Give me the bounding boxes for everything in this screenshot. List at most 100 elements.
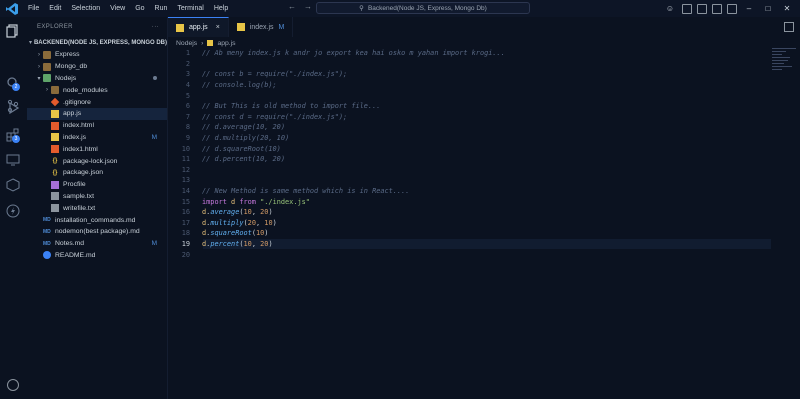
breadcrumb-file[interactable]: app.js [217, 40, 235, 47]
code-token: d [226, 197, 240, 206]
command-center[interactable]: ⚲ Backened(Node JS, Express, Mongo Db) [316, 2, 530, 14]
explorer-item[interactable]: ▾ Nodejs [27, 73, 167, 85]
menu-edit[interactable]: Edit [44, 5, 66, 12]
code-text: // d.average(10, 20) [202, 123, 285, 131]
code-line[interactable]: 20 [168, 249, 772, 260]
minimize-icon[interactable]: – [742, 4, 756, 13]
js-file-icon [51, 109, 59, 118]
vscode-logo-icon [6, 2, 18, 15]
modified-indicator: M [151, 133, 157, 141]
code-token: percent [210, 240, 240, 249]
explorer-item[interactable]: › Express [27, 49, 167, 61]
customize-layout-icon[interactable] [727, 3, 737, 14]
explorer-item[interactable]: › node_modules [27, 84, 167, 96]
text-file-icon [51, 204, 59, 213]
forward-arrow-icon[interactable]: → [304, 2, 312, 11]
run-debug-icon[interactable] [6, 101, 20, 115]
toggle-secondary-sidebar-icon[interactable] [712, 3, 722, 14]
code-token: ) [268, 208, 273, 217]
explorer-item[interactable]: {} package.json [27, 167, 167, 179]
thunder-client-icon[interactable] [6, 204, 20, 218]
explorer-item[interactable]: {} package-lock.json [27, 155, 167, 167]
chevron-right-icon: › [38, 51, 40, 58]
copilot-icon[interactable]: ☺ [663, 4, 677, 13]
menu-file[interactable]: File [23, 5, 44, 12]
code-token: ) [264, 229, 269, 238]
code-line[interactable]: 5 [168, 90, 772, 101]
menu-terminal[interactable]: Terminal [172, 5, 208, 12]
code-token: // But This is old method to import file… [202, 102, 381, 111]
explorer-item[interactable]: sample.txt [27, 191, 167, 203]
folder-icon [43, 50, 51, 59]
code-token: "./index.js" [260, 197, 310, 206]
menu-go[interactable]: Go [130, 5, 149, 12]
markdown-file-icon: MD [43, 240, 51, 247]
code-line[interactable]: 1 // Ab meny index.js k andr jo export ke… [168, 48, 772, 59]
split-editor-icon[interactable] [784, 22, 794, 32]
menu-help[interactable]: Help [209, 5, 233, 12]
tab-index-js[interactable]: index.js M [229, 17, 294, 37]
back-arrow-icon[interactable]: ← [288, 2, 296, 11]
close-window-icon[interactable]: ✕ [780, 4, 794, 13]
explorer-item[interactable]: README.md [27, 250, 167, 262]
explorer-item-label: Mongo_db [55, 63, 88, 71]
more-actions-icon[interactable]: ··· [152, 24, 159, 30]
explorer-item[interactable]: index.js M [27, 132, 167, 144]
code-line[interactable]: 14 // New Method is same method which is … [168, 186, 772, 197]
close-tab-icon[interactable]: × [216, 24, 220, 31]
code-text: // New Method is same method which is in… [202, 187, 409, 195]
code-line[interactable]: 18 d.squareRoot(10) [168, 228, 772, 239]
explorer-item[interactable]: MD installation_commands.md [27, 214, 167, 226]
code-line[interactable]: 15 import d from "./index.js" [168, 196, 772, 207]
code-token: // d.multiply(20, 10) [202, 134, 290, 143]
explorer-item[interactable]: index.html [27, 120, 167, 132]
testing-icon[interactable] [6, 178, 20, 192]
toggle-sidebar-icon[interactable] [682, 3, 692, 14]
code-editor[interactable]: 1 // Ab meny index.js k andr jo export ke… [168, 48, 772, 399]
breadcrumb: Nodejs › app.js [176, 38, 236, 48]
code-line[interactable]: 12 [168, 165, 772, 176]
explorer-item[interactable]: writefile.txt [27, 202, 167, 214]
line-number: 16 [181, 208, 190, 217]
code-token: // const b = require("./index.js"); [202, 70, 348, 79]
workspace-root[interactable]: ▾ BACKENED(NODE JS, EXPRESS, MONGO DB) [27, 37, 167, 49]
code-line[interactable]: 8 // d.average(10, 20) [168, 122, 772, 133]
code-text: // console.log(b); [202, 81, 277, 89]
explorer-item[interactable]: MD nodemon(best package).md [27, 226, 167, 238]
code-line[interactable]: 19 d.percent(10, 20) [168, 239, 772, 250]
info-icon [43, 251, 51, 260]
menu-selection[interactable]: Selection [66, 5, 105, 12]
line-number: 19 [181, 240, 190, 249]
code-line[interactable]: 3 // const b = require("./index.js"); [168, 69, 772, 80]
toggle-panel-icon[interactable] [697, 3, 707, 14]
code-line[interactable]: 6 // But This is old method to import fil… [168, 101, 772, 112]
code-line[interactable]: 9 // d.multiply(20, 10) [168, 133, 772, 144]
remote-explorer-icon[interactable] [6, 153, 20, 167]
code-token: // New Method is same method which is in… [202, 187, 410, 196]
menu-view[interactable]: View [105, 5, 130, 12]
maximize-icon[interactable]: □ [761, 4, 775, 13]
code-line[interactable]: 10 // d.squareRoot(10) [168, 143, 772, 154]
explorer-item[interactable]: index1.html [27, 143, 167, 155]
code-line[interactable]: 11 // d.percent(10, 20) [168, 154, 772, 165]
explorer-item[interactable]: › Mongo_db [27, 61, 167, 73]
code-line[interactable]: 17 d.multiply(20, 10) [168, 218, 772, 229]
workspace-root-label: BACKENED(NODE JS, EXPRESS, MONGO DB) [33, 39, 167, 46]
explorer-item[interactable]: app.js [27, 108, 167, 120]
code-line[interactable]: 2 [168, 59, 772, 70]
explorer-item[interactable]: .gitignore [27, 96, 167, 108]
explorer-item[interactable]: Procfile [27, 179, 167, 191]
source-control-badge: 2 [12, 83, 20, 91]
extensions-badge: 3 [12, 135, 20, 143]
explorer-item[interactable]: MD Notes.md M [27, 238, 167, 250]
minimap[interactable] [772, 48, 800, 88]
account-icon[interactable] [7, 379, 19, 391]
menu-run[interactable]: Run [150, 5, 173, 12]
code-line[interactable]: 13 [168, 175, 772, 186]
explorer-icon[interactable] [6, 24, 20, 38]
code-line[interactable]: 4 // console.log(b); [168, 80, 772, 91]
breadcrumb-folder[interactable]: Nodejs [176, 40, 197, 47]
tab-app-js[interactable]: app.js × [168, 17, 229, 37]
code-line[interactable]: 7 // const d = require("./index.js"); [168, 112, 772, 123]
code-line[interactable]: 16 d.average(10, 20) [168, 207, 772, 218]
